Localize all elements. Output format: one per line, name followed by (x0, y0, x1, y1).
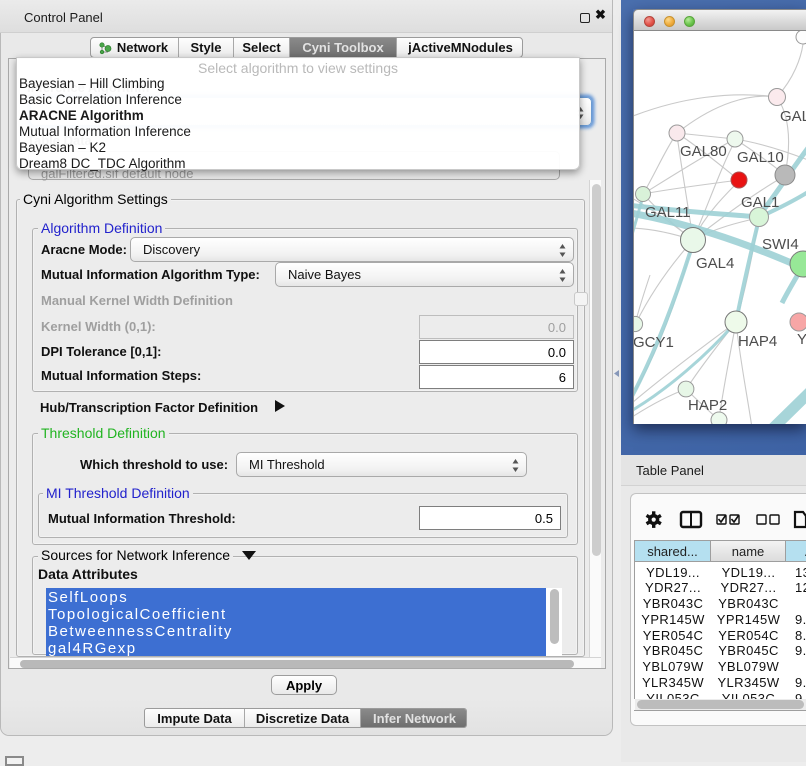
svg-text:Y: Y (797, 331, 806, 348)
svg-text:GAL80: GAL80 (680, 143, 727, 160)
svg-text:SWI4: SWI4 (762, 236, 799, 253)
svg-text:HAP4: HAP4 (738, 333, 777, 350)
svg-text:GAL2: GAL2 (780, 108, 806, 125)
svg-text:GAL1: GAL1 (741, 194, 779, 211)
svg-text:GCY1: GCY1 (634, 334, 674, 351)
svg-text:GAL4: GAL4 (696, 255, 734, 272)
svg-text:GAL11: GAL11 (645, 204, 691, 221)
svg-text:GAL10: GAL10 (737, 149, 784, 166)
svg-text:HAP2: HAP2 (688, 397, 727, 414)
